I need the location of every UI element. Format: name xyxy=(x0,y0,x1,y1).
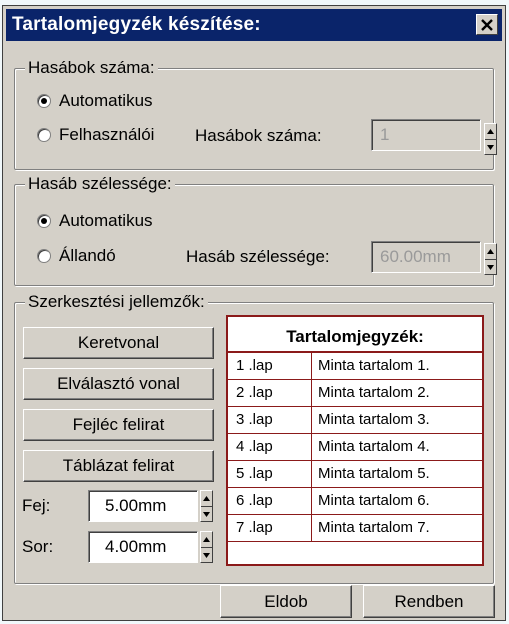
width-value-label: Hasáb szélessége: xyxy=(186,247,330,266)
spin-down-icon[interactable] xyxy=(485,259,496,274)
spin-up-icon[interactable] xyxy=(201,532,212,547)
preview-row: 5 .lap Minta tartalom 5. xyxy=(228,461,482,488)
preview-page: 4 .lap xyxy=(236,438,273,455)
columns-count-label: Hasábok száma: xyxy=(195,126,322,145)
preview-row: 6 .lap Minta tartalom 6. xyxy=(228,488,482,515)
columns-user-label: Felhasználói xyxy=(59,125,155,144)
head-height-stepper[interactable] xyxy=(200,490,213,522)
head-height-value: 5.00mm xyxy=(105,496,167,515)
table-caption-button[interactable]: Táblázat felirat xyxy=(23,450,214,482)
preview-content: Minta tartalom 7. xyxy=(318,519,430,536)
close-icon xyxy=(481,18,493,31)
preview-row: 3 .lap Minta tartalom 3. xyxy=(228,407,482,434)
preview-page: 7 .lap xyxy=(236,519,273,536)
title-bar[interactable]: Tartalomjegyzék készítése: xyxy=(6,9,502,41)
width-group: Hasáb szélessége: Automatikus Állandó Ha… xyxy=(14,173,494,286)
spin-up-icon[interactable] xyxy=(485,244,496,259)
columns-group-label: Hasábok száma: xyxy=(25,57,158,79)
discard-button[interactable]: Eldob xyxy=(220,585,352,618)
columns-auto-radio[interactable]: Automatikus xyxy=(37,91,153,111)
row-height-stepper[interactable] xyxy=(200,531,213,563)
columns-count-input[interactable]: 1 xyxy=(371,119,481,151)
columns-user-radio[interactable]: Felhasználói xyxy=(37,125,154,145)
width-fixed-label: Állandó xyxy=(59,246,116,265)
row-height-value: 4.00mm xyxy=(105,537,167,556)
preview-page: 5 .lap xyxy=(236,465,273,482)
preview-content: Minta tartalom 6. xyxy=(318,492,430,509)
head-height-label: Fej: xyxy=(22,496,51,515)
dialog-title: Tartalomjegyzék készítése: xyxy=(12,14,261,35)
columns-group: Hasábok száma: Automatikus Felhasználói … xyxy=(14,57,494,170)
preview-page: 1 .lap xyxy=(236,357,273,374)
preview-row: 2 .lap Minta tartalom 2. xyxy=(228,380,482,407)
width-value-stepper[interactable] xyxy=(484,243,497,275)
toc-dialog: Tartalomjegyzék készítése: Hasábok száma… xyxy=(2,5,506,621)
frame-line-button[interactable]: Keretvonal xyxy=(23,327,214,359)
toc-preview: Tartalomjegyzék: 1 .lap Minta tartalom 1.… xyxy=(226,315,484,566)
width-value: 60.00mm xyxy=(380,247,451,266)
spin-up-icon[interactable] xyxy=(201,491,212,506)
separator-line-button[interactable]: Elválasztó vonal xyxy=(23,368,214,400)
spin-up-icon[interactable] xyxy=(485,124,496,139)
ok-button[interactable]: Rendben xyxy=(363,585,495,618)
radio-selected-icon xyxy=(37,94,51,108)
spin-down-icon[interactable] xyxy=(201,506,212,521)
close-button[interactable] xyxy=(476,14,498,35)
columns-count-stepper[interactable] xyxy=(484,123,497,155)
preview-content: Minta tartalom 2. xyxy=(318,384,430,401)
spin-down-icon[interactable] xyxy=(485,139,496,154)
preview-content: Minta tartalom 5. xyxy=(318,465,430,482)
radio-selected-icon xyxy=(37,214,51,228)
radio-unselected-icon xyxy=(37,249,51,263)
row-height-label: Sor: xyxy=(22,537,54,556)
preview-row: 1 .lap Minta tartalom 1. xyxy=(228,353,482,380)
width-fixed-radio[interactable]: Állandó xyxy=(37,246,116,266)
columns-count-value: 1 xyxy=(380,125,390,144)
head-height-input[interactable]: 5.00mm xyxy=(88,490,198,522)
preview-content: Minta tartalom 1. xyxy=(318,357,430,374)
preview-title: Tartalomjegyzék: xyxy=(228,323,482,353)
preview-page: 6 .lap xyxy=(236,492,273,509)
header-caption-button[interactable]: Fejléc felirat xyxy=(23,409,214,441)
width-group-label: Hasáb szélessége: xyxy=(25,173,175,195)
preview-page: 3 .lap xyxy=(236,411,273,428)
radio-unselected-icon xyxy=(37,128,51,142)
preview-content: Minta tartalom 3. xyxy=(318,411,430,428)
preview-row: 4 .lap Minta tartalom 4. xyxy=(228,434,482,461)
width-auto-label: Automatikus xyxy=(59,211,153,230)
preview-content: Minta tartalom 4. xyxy=(318,438,430,455)
preview-row: 7 .lap Minta tartalom 7. xyxy=(228,515,482,542)
preview-page: 2 .lap xyxy=(236,384,273,401)
columns-auto-label: Automatikus xyxy=(59,91,153,110)
width-value-input[interactable]: 60.00mm xyxy=(371,241,481,273)
row-height-input[interactable]: 4.00mm xyxy=(88,531,198,563)
edit-properties-label: Szerkesztési jellemzők: xyxy=(25,291,208,313)
spin-down-icon[interactable] xyxy=(201,547,212,562)
width-auto-radio[interactable]: Automatikus xyxy=(37,211,153,231)
